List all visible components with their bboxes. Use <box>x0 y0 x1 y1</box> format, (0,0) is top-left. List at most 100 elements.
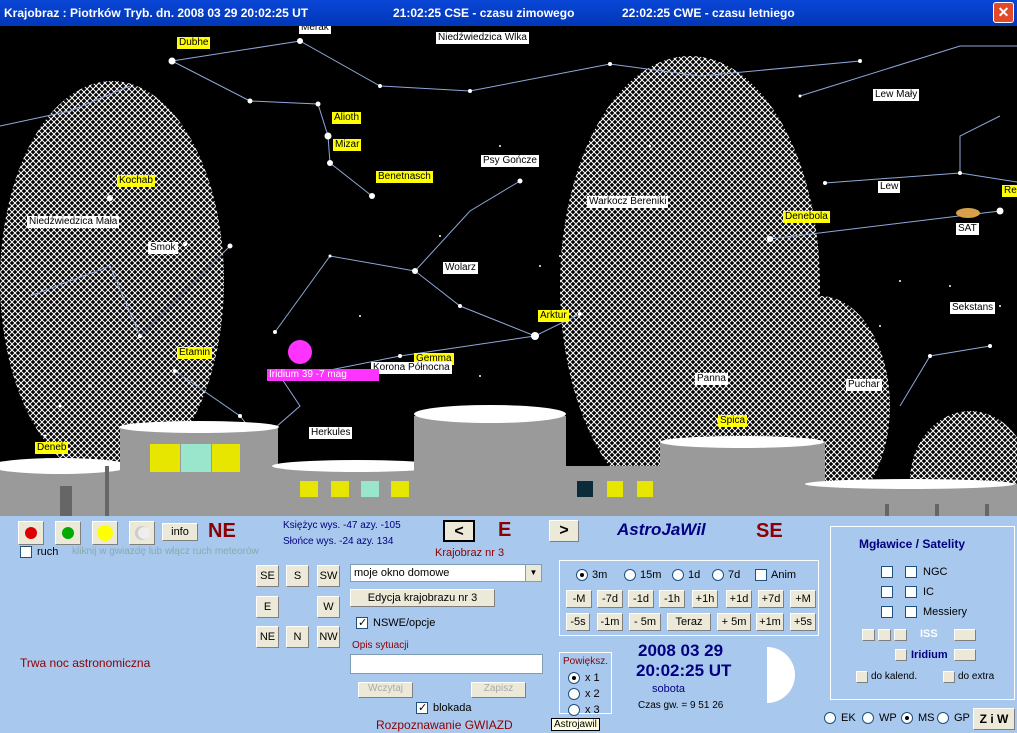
sky-label[interactable]: Korona Północna <box>371 362 452 374</box>
do-extra-button[interactable] <box>943 671 955 683</box>
sky-label[interactable]: Niedźwiedzica Wlka <box>436 32 529 44</box>
info-button[interactable]: info <box>162 523 198 541</box>
mode-radio[interactable] <box>862 712 874 724</box>
edit-landscape-button[interactable]: Edycja krajobrazu nr 3 <box>350 589 495 607</box>
sky-label[interactable]: Warkocz Bereniki <box>587 196 669 208</box>
status-text: Trwa noc astronomiczna <box>20 656 151 670</box>
time-shift-button[interactable]: +M <box>790 590 816 608</box>
ruch-checkbox[interactable] <box>20 546 32 558</box>
step-radio[interactable] <box>712 569 724 581</box>
zoom-radio[interactable] <box>568 672 580 684</box>
date-display: 2008 03 29 <box>638 641 724 660</box>
ziw-button[interactable]: Z i W <box>973 708 1015 730</box>
do-kalend-button[interactable] <box>856 671 868 683</box>
messier-checkbox-a[interactable] <box>881 606 893 618</box>
time-shift-button[interactable]: +1d <box>726 590 752 608</box>
sky-label[interactable]: Mizar <box>333 139 362 151</box>
sky-label[interactable]: Spica <box>718 415 748 427</box>
ic-checkbox-b[interactable] <box>905 586 917 598</box>
time-shift-button[interactable]: -M <box>566 590 592 608</box>
recognition-label: Rozpoznawanie GWIAZD <box>376 718 513 732</box>
iridium-button[interactable] <box>895 649 907 661</box>
moon-button[interactable] <box>129 521 155 545</box>
iss-toggle-button[interactable] <box>954 629 976 641</box>
step-radio[interactable] <box>576 569 588 581</box>
sky-label[interactable]: Wolarz <box>443 262 478 274</box>
sky-label[interactable]: Iridium 39 -7 mag <box>267 369 379 381</box>
blokada-checkbox[interactable] <box>416 701 428 714</box>
prev-landscape-button[interactable]: < <box>443 520 475 542</box>
sky-label[interactable]: Puchar <box>846 379 882 391</box>
zoom-radio[interactable] <box>568 688 580 700</box>
sky-label[interactable]: Alioth <box>332 112 362 124</box>
iss-button-1[interactable] <box>862 629 875 641</box>
sky-label[interactable]: Merak <box>299 26 331 34</box>
sky-label[interactable]: Herkules <box>309 427 353 439</box>
sky-label[interactable]: Re <box>1002 185 1017 197</box>
nswe-checkbox[interactable] <box>356 616 368 629</box>
direction-button[interactable]: SW <box>317 565 340 587</box>
time-shift-button[interactable]: +7d <box>758 590 784 608</box>
sky-view[interactable]: Dubhe Merak Niedźwiedzica Wlka Lew Mały Alio… <box>0 26 1017 516</box>
sky-label[interactable]: SAT <box>956 223 979 235</box>
messier-checkbox-b[interactable] <box>905 606 917 618</box>
time-shift-button[interactable]: - 5m <box>629 613 661 631</box>
time-shift-button[interactable]: +5s <box>790 613 816 631</box>
time-shift-button[interactable]: -1h <box>659 590 685 608</box>
zoom-radio[interactable] <box>568 704 580 716</box>
mode-radio[interactable] <box>937 712 949 724</box>
direction-button[interactable]: S <box>286 565 309 587</box>
iridium-toggle-button[interactable] <box>954 649 976 661</box>
sky-label[interactable]: Sekstans <box>950 302 996 314</box>
step-radio[interactable] <box>624 569 636 581</box>
close-button[interactable]: ✕ <box>993 2 1014 23</box>
chevron-down-icon[interactable]: ▼ <box>525 565 541 581</box>
sky-label[interactable]: Niedźwiedzica Mała <box>27 216 120 228</box>
iss-button-3[interactable] <box>894 629 907 641</box>
time-shift-button[interactable]: -1d <box>628 590 654 608</box>
sky-canvas[interactable] <box>0 26 1017 516</box>
time-shift-button[interactable]: +1m <box>756 613 784 631</box>
direction-button[interactable]: NE <box>256 626 279 648</box>
sky-label[interactable]: Etamin <box>177 347 213 359</box>
sky-label[interactable]: Dubhe <box>177 37 211 49</box>
direction-button[interactable]: NW <box>317 626 340 648</box>
time-shift-button[interactable]: + 5m <box>717 613 751 631</box>
direction-button[interactable]: E <box>256 596 279 618</box>
opis-input[interactable] <box>350 654 543 674</box>
time-shift-button[interactable]: -7d <box>597 590 623 608</box>
direction-button[interactable]: SE <box>256 565 279 587</box>
time-shift-button[interactable]: +1h <box>692 590 718 608</box>
green-light-button[interactable] <box>55 521 81 545</box>
zapisz-button[interactable]: Zapisz <box>471 682 526 698</box>
landscape-select[interactable]: moje okno domowe ▼ <box>350 564 542 582</box>
sky-label[interactable]: Smok <box>148 242 178 254</box>
direction-button[interactable]: N <box>286 626 309 648</box>
sky-label[interactable]: Denebola <box>783 211 830 223</box>
wczytaj-button[interactable]: Wczytaj <box>358 682 413 698</box>
direction-right: SE <box>756 520 783 542</box>
sky-label[interactable]: Benetnasch <box>376 171 433 183</box>
next-landscape-button[interactable]: > <box>549 520 579 542</box>
sky-label[interactable]: Deneb <box>35 442 69 454</box>
sky-label[interactable]: Arktur <box>538 310 569 322</box>
ic-checkbox-a[interactable] <box>881 586 893 598</box>
step-radio[interactable] <box>672 569 684 581</box>
time-shift-button[interactable]: -1m <box>597 613 623 631</box>
ngc-checkbox-a[interactable] <box>881 566 893 578</box>
direction-button[interactable]: W <box>317 596 340 618</box>
sun-button[interactable] <box>92 521 118 545</box>
sky-label[interactable]: Lew <box>878 181 901 193</box>
sky-label[interactable]: Psy Gończe <box>481 155 539 167</box>
iss-button-2[interactable] <box>878 629 891 641</box>
mode-radio[interactable] <box>824 712 836 724</box>
anim-checkbox[interactable] <box>755 569 767 581</box>
sky-label[interactable]: Lew Mały <box>873 89 920 101</box>
time-shift-button[interactable]: -5s <box>566 613 590 631</box>
red-light-button[interactable] <box>18 521 44 545</box>
time-shift-button[interactable]: Teraz <box>667 613 711 631</box>
ngc-checkbox-b[interactable] <box>905 566 917 578</box>
sky-label[interactable]: Kochab <box>117 175 155 187</box>
sky-label[interactable]: Panna <box>695 373 728 385</box>
mode-radio[interactable] <box>901 712 913 724</box>
